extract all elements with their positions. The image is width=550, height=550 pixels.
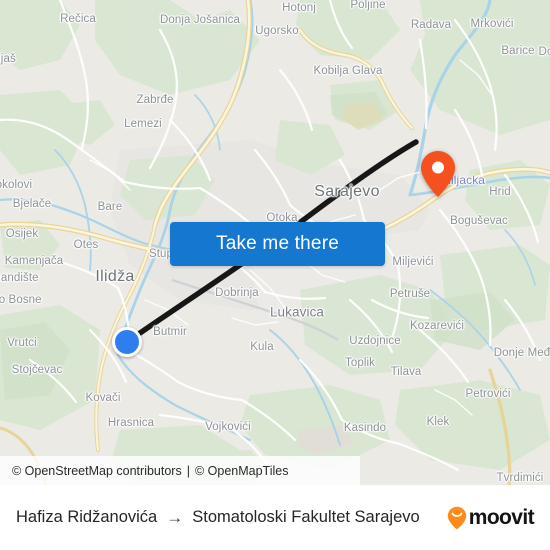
map-place-label: Tvrdimići — [496, 472, 544, 484]
attribution-osm[interactable]: © OpenStreetMap contributors — [12, 464, 182, 478]
map-place-label: Kozarevići — [409, 320, 465, 332]
moovit-wordmark: moovit — [468, 505, 535, 529]
moovit-pin-icon — [447, 506, 467, 530]
map-place-label: Vojkovići — [205, 421, 251, 433]
attribution-openmaptiles[interactable]: © OpenMapTiles — [195, 464, 289, 478]
map-place-label: Bare — [97, 201, 123, 213]
map-place-label: Zabrđe — [136, 94, 174, 106]
map-place-label: Hotonj — [282, 2, 316, 14]
map-place-label: Rečica — [60, 13, 96, 25]
map-place-label: Igmandište — [0, 272, 39, 284]
map-place-label: Osijek — [5, 228, 39, 240]
map-place-label: Donje Međ — [493, 347, 550, 359]
map-place-label: Miljevići — [392, 256, 434, 268]
map-place-label: Donja Jošanica — [159, 14, 241, 26]
map-place-label: Radava — [410, 19, 452, 31]
map-place-label: Bjelače — [12, 198, 52, 210]
map-place-label: Kamenjača — [4, 255, 64, 267]
destination-label: Stomatoloski Fakultet Sarajevo — [192, 508, 420, 526]
map-place-label: Toplik — [344, 357, 376, 369]
footer-bar: Hafiza Ridžanovića → Stomatoloski Fakult… — [0, 485, 550, 550]
map-place-label: Uzdojnice — [349, 335, 401, 347]
map-place-label: Boguševac — [450, 215, 508, 227]
map-place-label: Otes — [73, 239, 99, 251]
map-place-label: Ilidža — [95, 268, 135, 285]
map-place-label: Vrutci — [7, 337, 37, 349]
route-summary: Hafiza Ridžanovića → Stomatoloski Fakult… — [16, 508, 447, 527]
moovit-map-screenshot: Rečica Donja Jošanica Ugorsko Hotonj Poljine… — [0, 0, 550, 550]
map-place-label: Dobrinja — [215, 287, 259, 299]
map-place-label: Hrasnica — [107, 417, 155, 429]
attribution-separator: | — [186, 463, 190, 478]
map-canvas[interactable]: Rečica Donja Jošanica Ugorsko Hotonj Poljine… — [0, 0, 550, 485]
map-place-label: Klek — [426, 416, 450, 428]
map-place-label: Kovači — [85, 392, 121, 404]
map-place-label: Petrovići — [465, 388, 511, 400]
map-place-label: Do — [538, 46, 550, 58]
map-place-label: Tilava — [390, 366, 422, 378]
moovit-logo[interactable]: moovit — [447, 505, 535, 530]
map-place-label: Poljine — [350, 0, 386, 11]
map-place-label: Kasindo — [343, 422, 387, 434]
map-place-label: Ilijaš — [0, 53, 16, 65]
map-place-label: Vrelo Bosne — [0, 294, 42, 306]
map-place-label: Kula — [250, 341, 274, 353]
origin-dot[interactable] — [112, 327, 142, 357]
map-place-label: Stojčevac — [11, 364, 63, 376]
map-place-label: Mrkovići — [470, 18, 514, 30]
map-place-label: Sarajevo — [314, 183, 380, 200]
map-place-label: Lukavica — [269, 304, 325, 320]
take-me-there-button[interactable]: Take me there — [170, 222, 385, 266]
arrow-right-icon: → — [166, 508, 184, 527]
map-place-label: Lemezi — [124, 118, 162, 130]
map-place-label: Petruše — [389, 288, 431, 300]
map-place-label: Hrid — [489, 186, 511, 198]
map-place-label: Ugorsko — [255, 25, 299, 37]
map-place-label: Sokolovi — [0, 179, 33, 191]
map-attribution: © OpenStreetMap contributors | © OpenMap… — [0, 456, 360, 485]
map-place-label: Barice — [501, 45, 535, 57]
map-place-label: Butmir — [153, 326, 187, 338]
map-place-label: Kobilja Glava — [313, 65, 383, 77]
origin-label: Hafiza Ridžanovića — [16, 508, 158, 526]
